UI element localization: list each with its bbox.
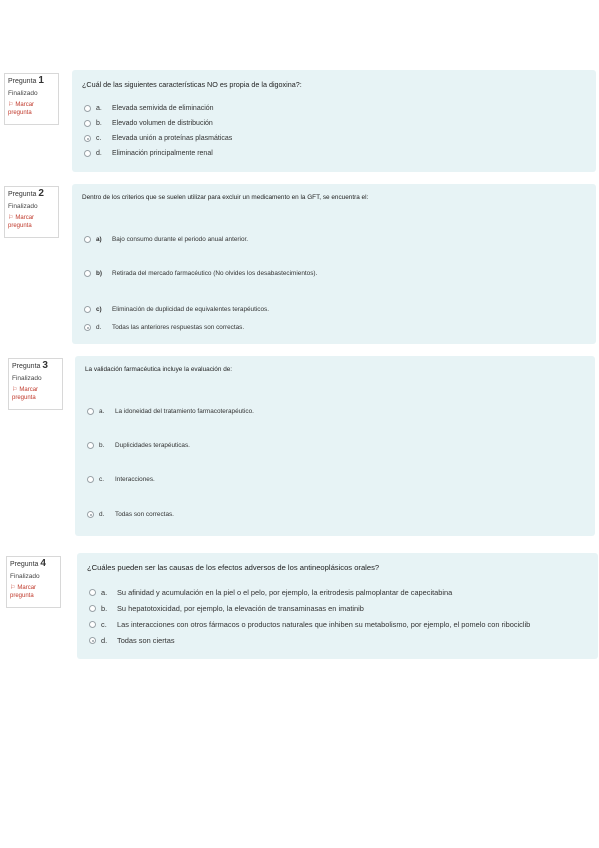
question-state: Finalizado — [8, 203, 38, 210]
flag-question-link[interactable]: ⚐ Marcar pregunta — [12, 386, 59, 402]
question-content-2: Dentro de los criterios que se suelen ut… — [72, 184, 596, 344]
question-text: Dentro de los criterios que se suelen ut… — [82, 194, 369, 201]
question-number: Pregunta 2 — [8, 188, 44, 199]
answer-option[interactable]: b) Retirada del mercado farmacéutico (No … — [84, 270, 317, 277]
question-info-2: Pregunta 2 Finalizado ⚐ Marcar pregunta — [4, 186, 59, 238]
question-number: Pregunta 3 — [12, 360, 48, 371]
question-content-4: ¿Cuáles pueden ser las causas de los efe… — [77, 553, 598, 659]
flag-question-link[interactable]: ⚐ Marcar pregunta — [8, 214, 55, 230]
radio-button[interactable] — [87, 476, 94, 483]
radio-button[interactable] — [89, 589, 96, 596]
answer-option[interactable]: b. Elevado volumen de distribución — [84, 120, 213, 127]
answer-option[interactable]: c. Interacciones. — [87, 476, 155, 483]
radio-button-selected[interactable] — [89, 637, 96, 644]
question-content-1: ¿Cuál de las siguientes características … — [72, 70, 596, 172]
question-text: ¿Cuál de las siguientes características … — [82, 80, 302, 89]
radio-button[interactable] — [84, 105, 91, 112]
answer-option[interactable]: a. Elevada semivida de eliminación — [84, 105, 214, 112]
answer-option[interactable]: d. Todas las anteriores respuestas son co… — [84, 324, 244, 331]
flag-question-link[interactable]: ⚐ Marcar pregunta — [10, 584, 57, 600]
radio-button[interactable] — [84, 306, 91, 313]
question-state: Finalizado — [10, 573, 40, 580]
question-state: Finalizado — [12, 375, 42, 382]
question-text: ¿Cuáles pueden ser las causas de los efe… — [87, 563, 380, 572]
answer-option[interactable]: a. La idoneidad del tratamiento farmacote… — [87, 408, 254, 415]
answer-option[interactable]: d. Todas son correctas. — [87, 511, 174, 518]
radio-button[interactable] — [84, 120, 91, 127]
answer-option[interactable]: c. Elevada unión a proteínas plasmáticas — [84, 135, 232, 142]
radio-button[interactable] — [84, 270, 91, 277]
answer-option[interactable]: d. Todas son ciertas — [89, 636, 175, 645]
question-info-4: Pregunta 4 Finalizado ⚐ Marcar pregunta — [6, 556, 61, 608]
question-info-1: Pregunta 1 Finalizado ⚐ Marcar pregunta — [4, 73, 59, 125]
question-text: La validación farmacéutica incluye la ev… — [85, 366, 233, 373]
radio-button-selected[interactable] — [84, 324, 91, 331]
answer-option[interactable]: c. Las interacciones con otros fármacos o… — [89, 620, 530, 629]
radio-button[interactable] — [87, 442, 94, 449]
flag-icon: ⚐ — [8, 215, 14, 221]
flag-icon: ⚐ — [8, 102, 14, 108]
radio-button[interactable] — [87, 408, 94, 415]
answer-option[interactable]: b. Duplicidades terapéuticas. — [87, 442, 190, 449]
answer-option[interactable]: c) Eliminación de duplicidad de equivalen… — [84, 306, 269, 313]
question-number: Pregunta 1 — [8, 75, 44, 86]
answer-option[interactable]: b. Su hepatotoxicidad, por ejemplo, la el… — [89, 604, 364, 613]
question-number: Pregunta 4 — [10, 558, 46, 569]
answer-option[interactable]: d. Eliminación principalmente renal — [84, 150, 213, 157]
question-state: Finalizado — [8, 90, 38, 97]
radio-button[interactable] — [89, 605, 96, 612]
radio-button-selected[interactable] — [84, 135, 91, 142]
radio-button[interactable] — [84, 236, 91, 243]
flag-icon: ⚐ — [12, 387, 18, 393]
answer-option[interactable]: a) Bajo consumo durante el periodo anual … — [84, 236, 248, 243]
flag-question-link[interactable]: ⚐ Marcar pregunta — [8, 101, 55, 117]
radio-button[interactable] — [89, 621, 96, 628]
question-content-3: La validación farmacéutica incluye la ev… — [75, 356, 595, 536]
question-info-3: Pregunta 3 Finalizado ⚐ Marcar pregunta — [8, 358, 63, 410]
radio-button-selected[interactable] — [87, 511, 94, 518]
answer-option[interactable]: a. Su afinidad y acumulación en la piel o… — [89, 588, 452, 597]
radio-button[interactable] — [84, 150, 91, 157]
flag-icon: ⚐ — [10, 585, 16, 591]
